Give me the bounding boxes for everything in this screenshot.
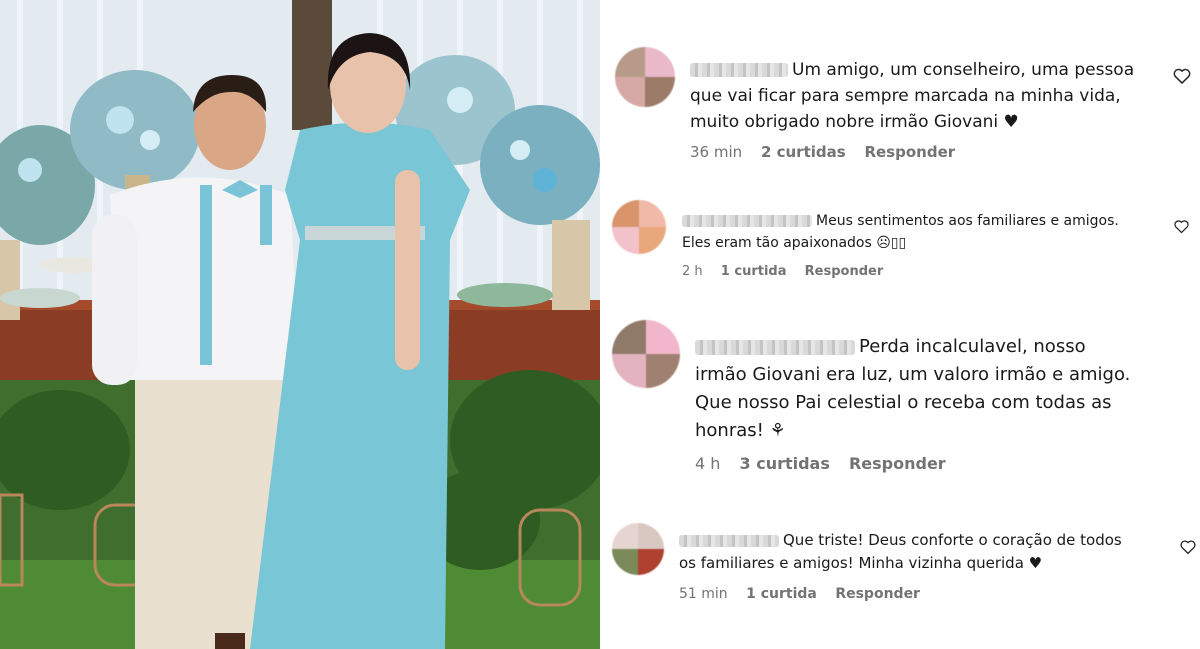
- likes-count[interactable]: 1 curtida: [721, 264, 787, 279]
- username[interactable]: [679, 534, 779, 547]
- comment-meta: 36 min 2 curtidas Responder: [690, 143, 969, 161]
- likes-count[interactable]: 1 curtida: [746, 586, 817, 602]
- username[interactable]: [682, 215, 812, 227]
- reply-button[interactable]: Responder: [849, 454, 946, 473]
- reply-button[interactable]: Responder: [864, 143, 955, 161]
- comment-text: Meus sentimentos aos familiares e amigos…: [682, 213, 1119, 251]
- reply-button[interactable]: Responder: [805, 264, 884, 279]
- heart-outline-icon[interactable]: [1179, 538, 1197, 556]
- reply-button[interactable]: Responder: [835, 586, 920, 602]
- comment-text: Um amigo, um conselheiro, uma pessoa que…: [690, 60, 1135, 132]
- comment-time: 51 min: [679, 586, 728, 602]
- comment-time: 2 h: [682, 264, 703, 279]
- comment-text: Que triste! Deus conforte o coração de t…: [679, 531, 1122, 572]
- comment-time: 36 min: [690, 143, 743, 161]
- likes-count[interactable]: 2 curtidas: [761, 143, 846, 161]
- comment-item: Que triste! Deus conforte o coração de t…: [600, 505, 1200, 649]
- comment-meta: 4 h 3 curtidas Responder: [695, 454, 960, 473]
- comment-text: Perda incalculavel, nosso irmão Giovani …: [695, 336, 1131, 441]
- username[interactable]: [695, 339, 855, 355]
- comment-time: 4 h: [695, 454, 721, 473]
- comment-meta: 51 min 1 curtida Responder: [679, 586, 934, 602]
- comment-item: Perda incalculavel, nosso irmão Giovani …: [600, 300, 1200, 505]
- heart-outline-icon[interactable]: [1172, 66, 1192, 86]
- wedding-photo: [0, 0, 600, 649]
- comments-panel: Um amigo, um conselheiro, uma pessoa que…: [600, 0, 1200, 649]
- comment-item: Meus sentimentos aos familiares e amigos…: [600, 180, 1200, 300]
- likes-count[interactable]: 3 curtidas: [740, 454, 830, 473]
- heart-outline-icon[interactable]: [1173, 218, 1190, 235]
- username[interactable]: [690, 63, 788, 77]
- avatar[interactable]: [615, 47, 675, 107]
- avatar[interactable]: [612, 523, 664, 575]
- comment-meta: 2 h 1 curtida Responder: [682, 264, 897, 279]
- avatar[interactable]: [612, 320, 680, 388]
- comment-item: Um amigo, um conselheiro, uma pessoa que…: [600, 0, 1200, 180]
- couple-illustration: [0, 0, 600, 649]
- avatar[interactable]: [612, 200, 666, 254]
